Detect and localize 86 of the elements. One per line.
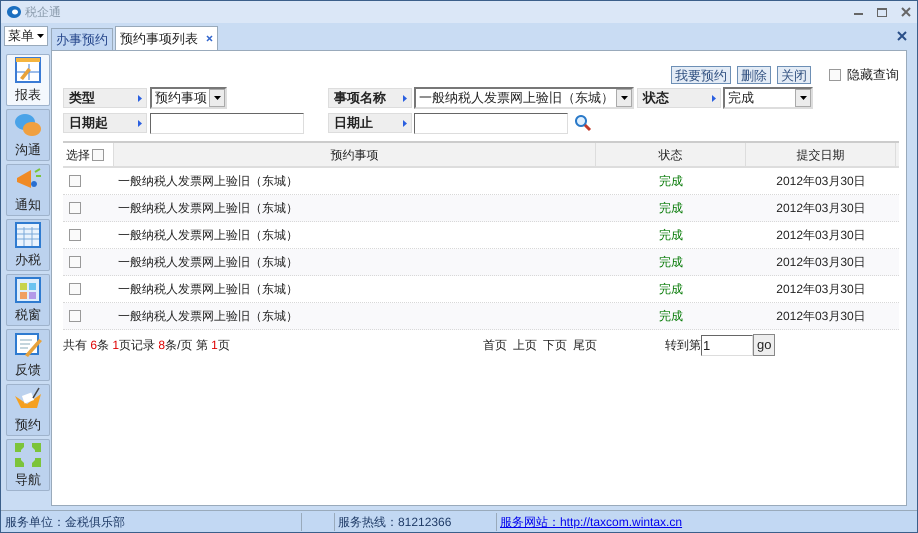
table-cell-text: 2012年03月30日 [776, 227, 866, 244]
field-label: 状态 [643, 89, 669, 108]
table-cell-text: 2012年03月30日 [776, 281, 866, 298]
tab[interactable]: 办事预约 [51, 28, 113, 50]
status-text: 完成 [659, 281, 683, 298]
close-icon[interactable] [901, 7, 911, 17]
menu-button[interactable]: 菜单 [4, 26, 48, 46]
pager-link[interactable]: 首页 [483, 336, 507, 354]
close-icon[interactable] [206, 35, 213, 42]
pager-link[interactable]: 尾页 [573, 336, 597, 354]
table-cell-text: 2012年03月30日 [776, 173, 866, 190]
spreadsheet-icon [13, 220, 43, 249]
pager-summary: 共有 6条 1页记录 8条/页 第 1页 [63, 337, 231, 354]
sidebar-item[interactable]: 预约 [6, 384, 50, 436]
caret-icon [37, 34, 44, 38]
table-cell-text: 2012年03月30日 [776, 308, 866, 325]
row-checkbox[interactable] [69, 256, 81, 268]
close-icon[interactable] [897, 30, 907, 40]
caret-icon [620, 96, 628, 100]
maximize-icon[interactable] [877, 8, 887, 16]
row-checkbox[interactable] [69, 175, 81, 187]
toolbar-button[interactable]: 删除 [737, 66, 771, 84]
website-link[interactable]: 服务网站：http://taxcom.wintax.cn [496, 512, 682, 530]
status-text: 完成 [659, 308, 683, 325]
date-field[interactable] [150, 112, 304, 134]
column-header: 预约事项 [114, 143, 596, 166]
field-label: 日期止 [334, 114, 373, 132]
sidebar-item[interactable]: 沟通 [6, 109, 50, 161]
triangle-icon [138, 94, 142, 102]
pager-link[interactable]: 下页 [543, 336, 567, 354]
caret-icon [214, 96, 220, 100]
select-field[interactable]: 完成 [723, 87, 813, 109]
triangle-icon [403, 94, 407, 102]
checkbox-label: 隐藏查询 [847, 66, 899, 84]
checkbox[interactable] [829, 69, 841, 81]
search-icon[interactable] [574, 114, 592, 132]
table-cell-text: 2012年03月30日 [776, 200, 866, 217]
table-cell-text: 2012年03月30日 [776, 254, 866, 271]
checkbox[interactable] [92, 148, 104, 160]
row-checkbox[interactable] [69, 229, 81, 241]
field-label: 类型 [69, 89, 95, 108]
triangle-icon [403, 120, 407, 126]
column-header: 选择 [63, 143, 114, 166]
column-header: 状态 [596, 143, 746, 166]
row-checkbox[interactable] [69, 310, 81, 322]
tiles-window-icon [13, 276, 43, 304]
status-text: 完成 [659, 254, 683, 271]
go-button[interactable]: go [753, 334, 776, 356]
table-cell: 一般纳税人发票网上验旧（东城） [118, 228, 298, 242]
page-field[interactable]: 1 [701, 334, 753, 356]
column-header: 提交日期 [746, 143, 896, 166]
triangle-icon [138, 120, 142, 126]
field-label: 事项名称 [334, 89, 386, 108]
select-field[interactable]: 预约事项 [150, 87, 227, 109]
status-text: 完成 [659, 200, 683, 217]
field-label: 日期起 [69, 114, 108, 132]
form-pencil-icon [13, 56, 43, 84]
pager-link[interactable]: 上页 [513, 336, 537, 354]
select-field[interactable]: 一般纳税人发票网上验旧（东城） [414, 87, 634, 109]
sidebar-item[interactable]: 税窗 [6, 274, 50, 326]
table-cell: 一般纳税人发票网上验旧（东城） [118, 282, 298, 296]
status-text: 服务单位：金税俱乐部 [4, 514, 126, 530]
table-cell: 一般纳税人发票网上验旧（东城） [118, 174, 298, 188]
status-text: 服务热线：81212366 [334, 512, 464, 530]
table-cell: 一般纳税人发票网上验旧（东城） [118, 255, 298, 269]
status-text: 完成 [659, 227, 683, 244]
table-cell: 一般纳税人发票网上验旧（东城） [118, 201, 298, 215]
goto-label: 转到第 [665, 337, 701, 354]
table-cell: 一般纳税人发票网上验旧（东城） [118, 309, 298, 323]
toolbar-button[interactable]: 我要预约 [671, 66, 731, 84]
triangle-icon [712, 94, 716, 102]
tab[interactable]: 预约事项列表 [115, 26, 218, 50]
toolbar-button[interactable]: 关闭 [777, 66, 811, 84]
date-field[interactable] [414, 112, 568, 134]
status-text: 完成 [659, 173, 683, 190]
sidebar-item[interactable]: 反馈 [6, 329, 50, 381]
row-checkbox[interactable] [69, 202, 81, 214]
arrows-icon [13, 440, 43, 469]
app-logo-icon [5, 5, 21, 19]
window-title: 税企通 [25, 4, 61, 21]
sidebar-item[interactable]: 办税 [6, 219, 50, 271]
sidebar-item[interactable]: 通知 [6, 164, 50, 216]
sidebar-item[interactable]: 导航 [6, 439, 50, 491]
sidebar-item[interactable]: 报表 [6, 54, 50, 106]
caret-icon [800, 96, 806, 100]
row-checkbox[interactable] [69, 283, 81, 295]
